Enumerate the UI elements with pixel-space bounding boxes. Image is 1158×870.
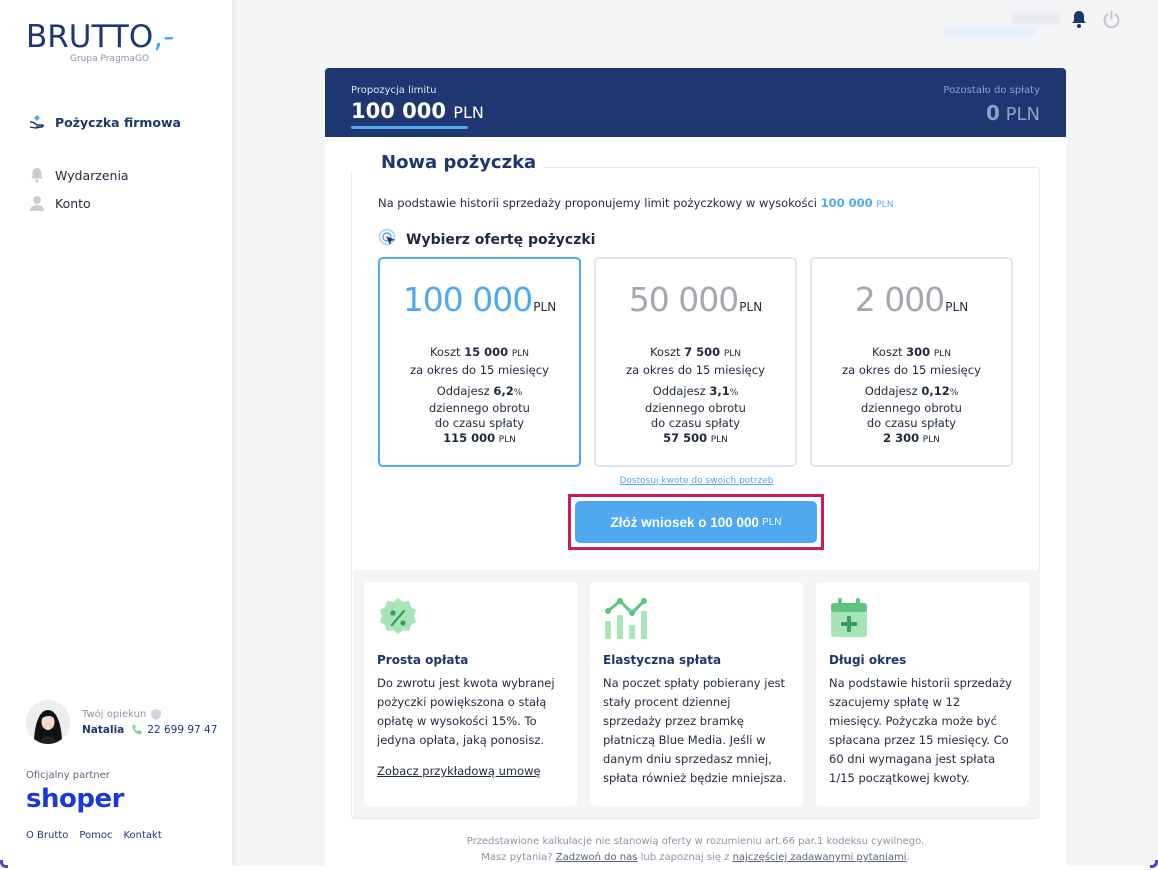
offer-amount: 100 000 [402, 280, 533, 319]
sidebar-item-wydarzenia[interactable]: Wydarzenia [27, 165, 129, 185]
faq-link[interactable]: najczęściej zadawanymi pytaniami [733, 852, 907, 863]
sidebar: BRUTTO,- Grupa PragmaGO Pożyczka firmowa… [0, 0, 232, 866]
info-title: Elastyczna spłata [603, 653, 722, 667]
sidebar-item-konto[interactable]: Konto [27, 193, 91, 213]
info-card-dlugi-okres: Długi okres Na podstawie historii sprzed… [816, 582, 1029, 806]
new-loan-panel: Nowa pożyczka Na podstawie historii sprz… [344, 152, 1041, 819]
limit-label: Propozycja limitu [351, 85, 437, 96]
offer-card-100000[interactable]: 100 000PLN Koszt 15 000 PLN za okres do … [378, 257, 581, 467]
footer-link-o-brutto[interactable]: O Brutto [26, 830, 68, 841]
page-title: Nowa pożyczka [344, 152, 545, 173]
offer-card-50000[interactable]: 50 000PLN Koszt 7 500 PLN za okres do 15… [594, 257, 797, 467]
remaining-value: 0 PLN [985, 101, 1040, 125]
avatar [26, 700, 70, 744]
account-link-blurred[interactable] [944, 28, 1034, 36]
call-us-link[interactable]: Zadzwoń do nas [556, 852, 638, 863]
info-text: Do zwrotu jest kwota wybranej pożyczki p… [377, 676, 555, 747]
adjust-amount-link[interactable]: Dostosuj kwotę do swoich potrzeb [352, 476, 1041, 486]
footer-link-pomoc[interactable]: Pomoc [79, 830, 112, 841]
limit-description: Na podstawie historii sprzedaży proponuj… [378, 196, 894, 210]
offer-period: za okres do 15 miesięcy [626, 363, 765, 377]
offer-amount: 50 000 [628, 280, 739, 319]
shoper-logo[interactable]: shoper [26, 784, 124, 814]
notifications-bell-icon[interactable] [1070, 10, 1088, 33]
info-card-elastyczna-splata: Elastyczna spłata Na poczet spłaty pobie… [590, 582, 803, 806]
limit-value: 100 000 PLN [351, 99, 484, 123]
info-text: Na poczet spłaty pobierany jest stały pr… [603, 676, 787, 785]
partner-label: Oficjalny partner [26, 770, 110, 781]
user-icon [27, 194, 47, 212]
legal-disclaimer: Przedstawione kalkulacje nie stanowią of… [466, 836, 925, 863]
limit-header: Propozycja limitu 100 000 PLN Pozostało … [325, 68, 1066, 137]
growth-chart-icon [603, 597, 790, 643]
logo-dash: ,- [153, 19, 175, 55]
calendar-plus-icon [829, 597, 1016, 643]
offer-percent: 6,2 [493, 384, 514, 398]
info-title: Prosta opłata [377, 653, 469, 667]
guardian-label: Twój opiekun [82, 708, 147, 720]
offer-cost: 15 000 [464, 345, 509, 359]
footer-links: O Brutto Pomoc Kontakt [26, 830, 162, 841]
target-click-icon [378, 228, 397, 251]
offer-period: za okres do 15 miesięcy [842, 363, 981, 377]
offer-cost: 7 500 [684, 345, 721, 359]
bell-icon [27, 166, 47, 184]
info-title: Długi okres [829, 653, 907, 667]
info-card-prosta-oplata: Prosta opłata Do zwrotu jest kwota wybra… [364, 582, 577, 806]
window-bottom-edge [0, 866, 1158, 870]
percent-badge-icon [377, 597, 564, 643]
hand-coin-icon [27, 113, 47, 131]
guardian-card: Twój opiekun Natalia 22 699 97 47 [26, 700, 217, 744]
sidebar-item-label: Wydarzenia [55, 167, 129, 183]
submit-application-button[interactable]: Złóż wniosek o 100 000 PLN [575, 501, 817, 543]
main-content: Nowa pożyczka Na podstawie historii sprz… [325, 137, 1066, 870]
offer-percent: 3,1 [709, 384, 730, 398]
offer-amount: 2 000 [854, 280, 945, 319]
sidebar-item-pozyczka-firmowa[interactable]: Pożyczka firmowa [27, 112, 181, 132]
guardian-phone[interactable]: 22 699 97 47 [147, 724, 217, 736]
info-text: Na podstawie historii sprzedaży szacujem… [829, 676, 1012, 785]
sidebar-item-label: Konto [55, 195, 91, 211]
brutto-logo[interactable]: BRUTTO,- Grupa PragmaGO [26, 19, 175, 65]
choose-offer-heading: Wybierz ofertę pożyczki [378, 228, 595, 251]
offer-total: 115 000 [443, 431, 496, 445]
offer-card-2000[interactable]: 2 000PLN Koszt 300 PLN za okres do 15 mi… [810, 257, 1013, 467]
offer-percent: 0,12 [921, 384, 950, 398]
shield-icon [151, 708, 162, 720]
phone-icon [132, 724, 143, 735]
sidebar-item-label: Pożyczka firmowa [55, 114, 181, 130]
offer-total: 2 300 [883, 431, 920, 445]
offer-period: za okres do 15 miesięcy [410, 363, 549, 377]
footer-link-kontakt[interactable]: Kontakt [123, 830, 161, 841]
remaining-label: Pozostało do spłaty [943, 85, 1040, 96]
guardian-name: Natalia [82, 723, 125, 736]
offer-cost: 300 [906, 345, 931, 359]
sample-contract-link[interactable]: Zobacz przykładową umowę [377, 764, 541, 778]
user-name-blurred[interactable] [1012, 12, 1060, 24]
offer-total: 57 500 [663, 431, 708, 445]
logo-subtitle: Grupa PragmaGO [70, 54, 150, 64]
logout-power-icon[interactable] [1102, 10, 1121, 33]
limit-underline [351, 126, 468, 129]
logo-brand: BRUTTO [26, 19, 154, 55]
